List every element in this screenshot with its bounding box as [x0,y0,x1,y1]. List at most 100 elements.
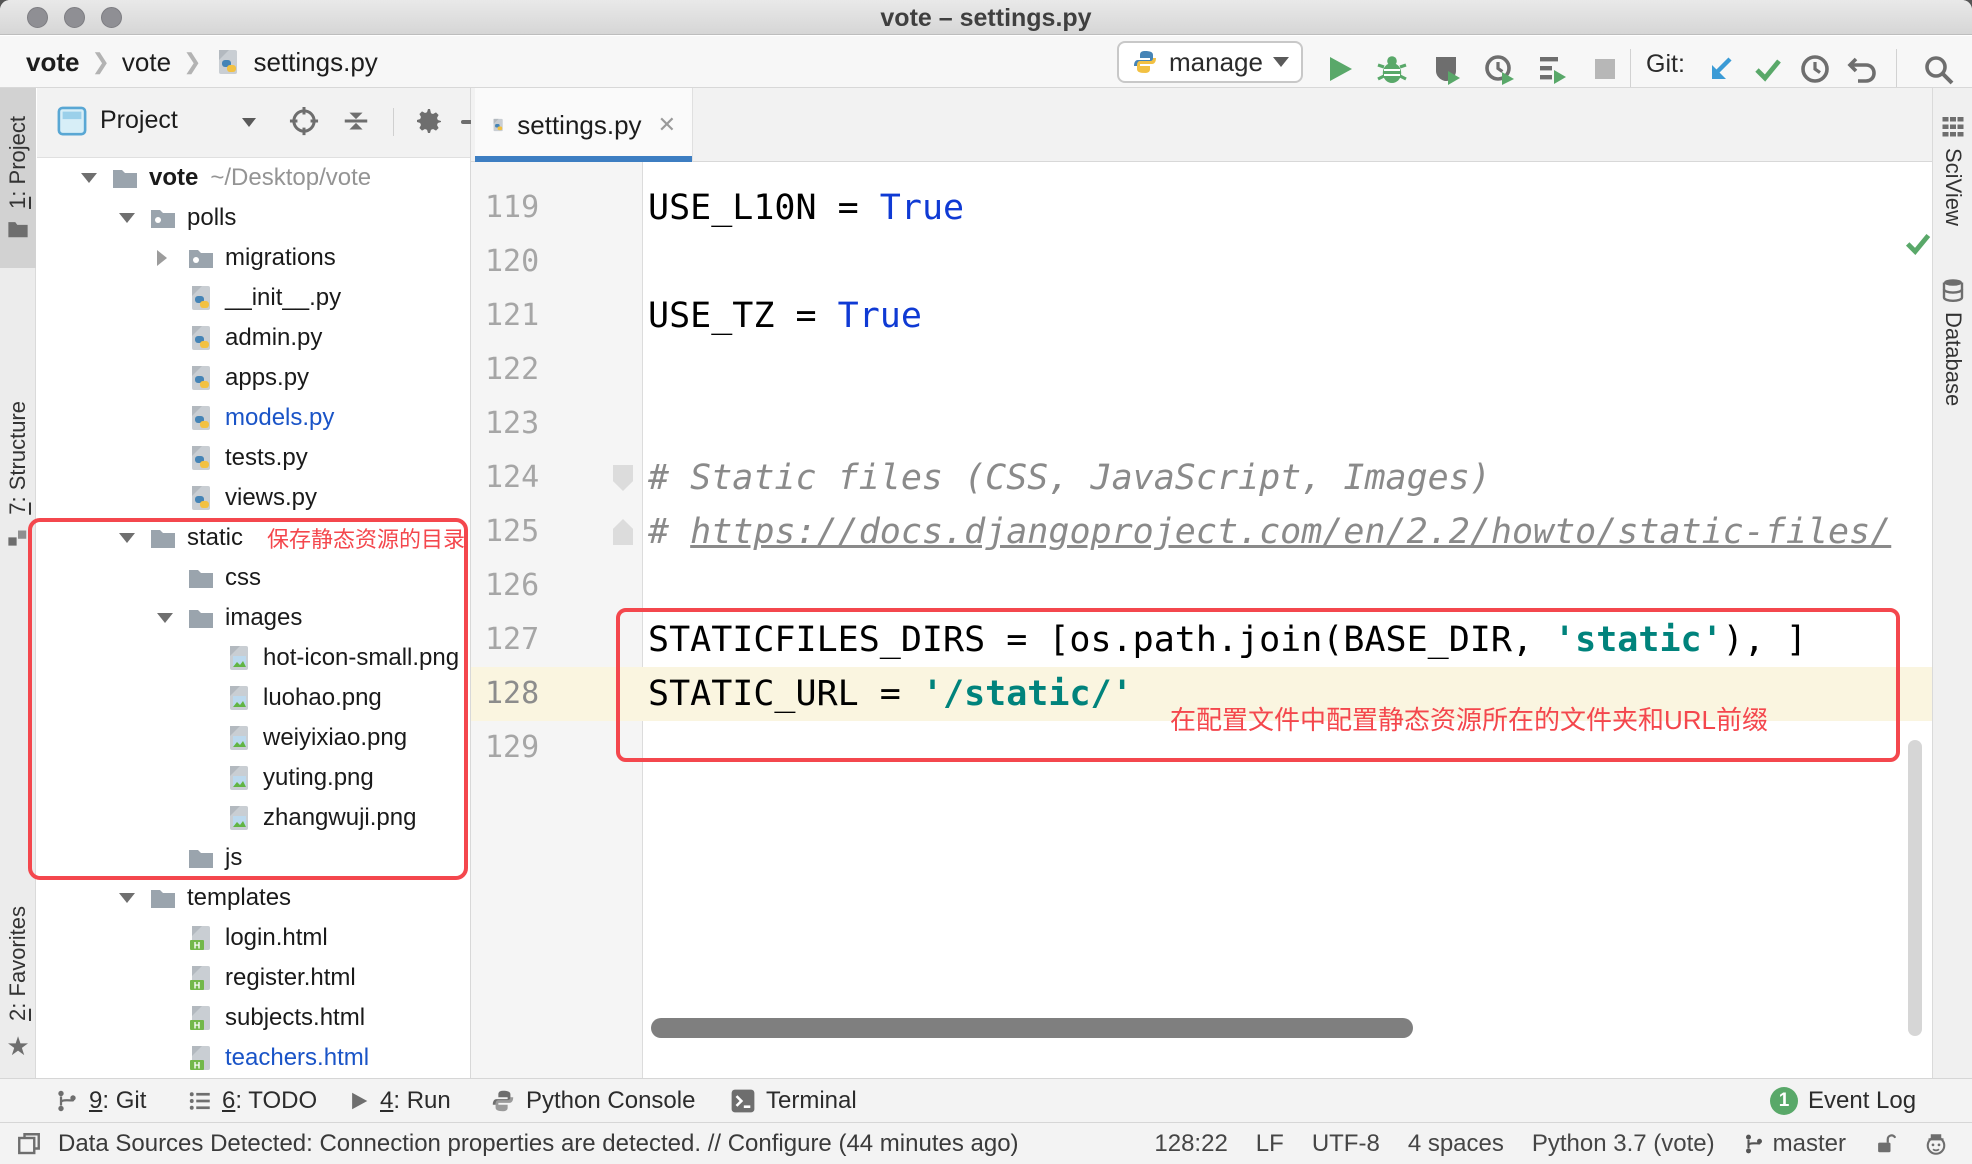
toolwindow-todo[interactable]: 6: TODO [188,1079,317,1123]
line-ending-widget[interactable]: LF [1256,1130,1284,1158]
tree-down-arrow-icon[interactable] [119,213,149,223]
indent-widget[interactable]: 4 spaces [1408,1130,1504,1158]
status-message[interactable]: Data Sources Detected: Connection proper… [58,1123,1019,1164]
code-line-123[interactable]: 123 [471,397,1932,451]
code-text: USE_L10N = True [648,181,964,235]
chevron-down-icon [242,118,256,127]
python-file-icon [214,48,242,76]
profiler-button[interactable] [1483,53,1515,85]
stop-button[interactable] [1589,53,1621,85]
inspections-ok-icon[interactable] [1903,228,1933,258]
locate-file-icon[interactable] [289,106,319,136]
folder-icon [7,218,29,240]
tree-right-arrow-icon[interactable] [157,250,187,266]
right-tool-stripe: SciView Database [1932,88,1972,1078]
tree-item-subjects-html[interactable]: Hsubjects.html [37,998,470,1038]
toolwindow-terminal[interactable]: Terminal [730,1079,857,1123]
python-logo-icon [1131,48,1159,76]
tool-stripe-database[interactable]: Database [1933,278,1972,406]
folder-icon [111,164,139,192]
code-line-119[interactable]: 119USE_L10N = True [471,181,1932,235]
vertical-scrollbar[interactable] [1908,740,1922,1036]
tree-down-arrow-icon[interactable] [119,893,149,903]
line-number: 126 [485,559,555,613]
horizontal-scrollbar[interactable] [651,1018,1413,1038]
breadcrumb-project[interactable]: vote [26,47,79,78]
code-line-124[interactable]: 124# Static files (CSS, JavaScript, Imag… [471,451,1932,505]
run-with-configuration-button[interactable] [1536,53,1568,85]
notifications-face-icon[interactable] [1924,1132,1948,1156]
tree-item--init-py[interactable]: __init__.py [37,278,470,318]
status-widgets: 128:22 LF UTF-8 4 spaces Python 3.7 (vot… [1154,1123,1948,1164]
fold-marker-icon[interactable] [613,519,633,545]
tree-item-login-html[interactable]: Hlogin.html [37,918,470,958]
breadcrumb-separator: ❯ [183,49,201,75]
toolwindow-run[interactable]: 4: Run [348,1079,451,1123]
tree-item-teachers-html[interactable]: Hteachers.html [37,1038,470,1078]
git-commit-button[interactable] [1752,53,1784,85]
encoding-widget[interactable]: UTF-8 [1312,1130,1380,1158]
tree-item-register-html[interactable]: Hregister.html [37,958,470,998]
python-file-icon [187,484,215,512]
tree-item-apps-py[interactable]: apps.py [37,358,470,398]
run-configuration-select[interactable]: manage [1117,41,1303,83]
tool-stripe-favorites[interactable]: 2: Favorites ★ [0,894,36,1074]
navigation-bar: vote ❯ vote ❯ settings.py manage Git: [0,36,1972,88]
search-everywhere-icon[interactable] [1922,53,1954,85]
breadcrumb-package[interactable]: vote [122,47,171,78]
tool-window-switcher-icon[interactable] [16,1132,42,1156]
tree-item-vote[interactable]: vote~/Desktop/vote [37,158,470,198]
toolwindow-python-console[interactable]: Python Console [490,1079,695,1123]
breadcrumb-file[interactable]: settings.py [254,47,378,78]
tree-item-views-py[interactable]: views.py [37,478,470,518]
git-update-button[interactable] [1704,53,1736,85]
tab-settings-py[interactable]: settings.py ✕ [475,88,693,162]
tree-item-models-py[interactable]: models.py [37,398,470,438]
interpreter-widget[interactable]: Python 3.7 (vote) [1532,1130,1715,1158]
annotation-box-static-config [616,608,1900,762]
run-with-coverage-button[interactable] [1430,53,1462,85]
rollback-button[interactable] [1846,53,1878,85]
toolbar-separator [1896,49,1897,87]
tool-stripe-project[interactable]: 1: Project [0,88,36,268]
code-line-122[interactable]: 122 [471,343,1932,397]
unlocked-icon[interactable] [1874,1132,1896,1156]
code-text: # Static files (CSS, JavaScript, Images) [648,451,1491,505]
python-console-icon [490,1088,516,1114]
caret-position-widget[interactable]: 128:22 [1154,1130,1227,1158]
toolwindow-git[interactable]: 9: Git [55,1079,146,1123]
project-view-icon[interactable] [57,106,87,136]
tree-down-arrow-icon[interactable] [81,173,111,183]
code-line-120[interactable]: 120 [471,235,1932,289]
collapse-all-icon[interactable] [341,106,371,136]
tab-label: settings.py [517,110,641,141]
toolbar-separator [1630,49,1631,87]
history-button[interactable] [1799,53,1831,85]
svg-text:H: H [194,1021,201,1031]
toolwindow-event-log[interactable]: 1 Event Log [1770,1079,1916,1123]
git-branch-widget[interactable]: master [1743,1130,1846,1158]
chevron-down-icon [1273,57,1289,67]
run-button[interactable] [1324,53,1356,85]
tree-item-polls[interactable]: polls [37,198,470,238]
debug-button[interactable] [1376,53,1408,85]
fold-marker-icon[interactable] [613,465,633,491]
panel-title[interactable]: Project [100,106,178,135]
tool-stripe-sciview[interactable]: SciView [1933,114,1972,226]
package-folder-icon [149,204,177,232]
tree-item-tests-py[interactable]: tests.py [37,438,470,478]
tree-item-admin-py[interactable]: admin.py [37,318,470,358]
tree-item-templates[interactable]: templates [37,878,470,918]
svg-text:H: H [194,941,201,951]
line-number: 123 [485,397,555,451]
html-file-icon: H [187,964,215,992]
code-line-121[interactable]: 121USE_TZ = True [471,289,1932,343]
code-text: # https://docs.djangoproject.com/en/2.2/… [648,505,1891,559]
title-bar: vote – settings.py [0,0,1972,35]
close-tab-icon[interactable]: ✕ [658,112,676,138]
code-line-126[interactable]: 126 [471,559,1932,613]
annotation-box-static-folder [28,518,468,880]
code-line-125[interactable]: 125# https://docs.djangoproject.com/en/2… [471,505,1932,559]
tree-item-migrations[interactable]: migrations [37,238,470,278]
gear-icon[interactable] [413,105,445,137]
